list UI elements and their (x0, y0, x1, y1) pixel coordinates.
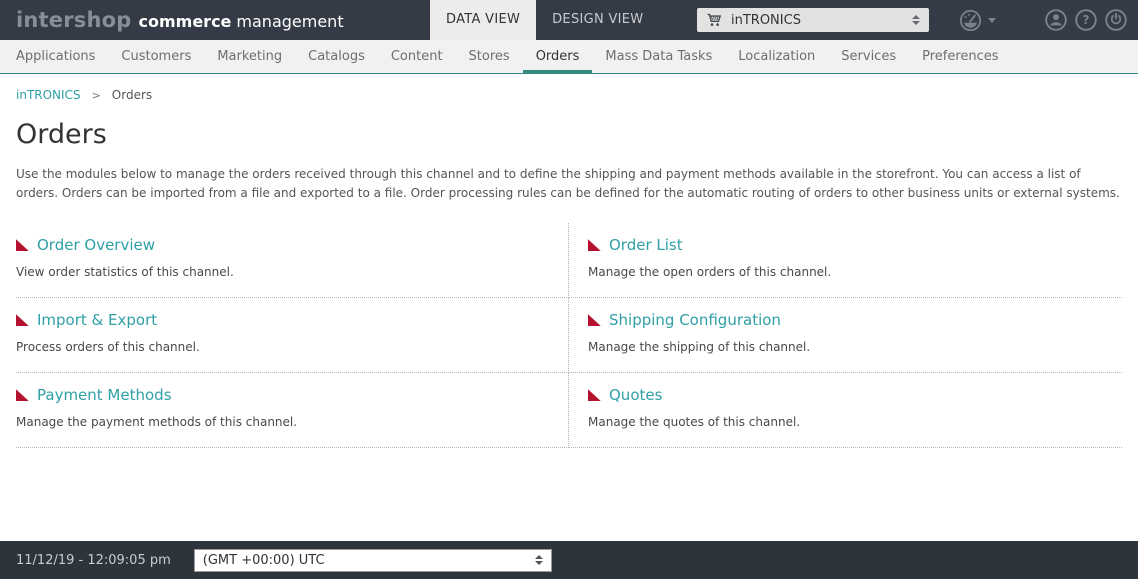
breadcrumb-current: Orders (112, 88, 152, 102)
help-button[interactable]: ? (1074, 8, 1098, 32)
flag-icon (16, 239, 29, 251)
nav-item-stores[interactable]: Stores (456, 40, 523, 73)
logo-text-intershop: intershop (16, 9, 132, 31)
module-description: Manage the quotes of this channel. (588, 415, 1122, 429)
footer-timestamp: 11/12/19 - 12:09:05 pm (16, 553, 171, 568)
tab-design-view[interactable]: DESIGN VIEW (536, 0, 659, 40)
module-shipping-configuration-link[interactable]: Shipping Configuration (588, 311, 781, 329)
nav-item-content[interactable]: Content (378, 40, 456, 73)
breadcrumb-channel-link[interactable]: inTRONICS (16, 88, 81, 102)
channel-selector[interactable]: inTRONICS (697, 8, 929, 32)
cart-icon (706, 12, 722, 28)
nav-item-localization[interactable]: Localization (725, 40, 828, 73)
dashboard-gauge-icon (958, 8, 983, 33)
svg-text:?: ? (1083, 13, 1090, 27)
user-account-button[interactable] (1044, 8, 1068, 32)
module-quotes-link[interactable]: Quotes (588, 386, 662, 404)
breadcrumb-separator: > (92, 89, 101, 102)
channel-selector-value: inTRONICS (731, 13, 801, 28)
nav-item-services[interactable]: Services (828, 40, 909, 73)
module-payment-methods-link[interactable]: Payment Methods (16, 386, 172, 404)
module-order-overview: Order Overview View order statistics of … (16, 223, 569, 298)
module-title-label: Order Overview (37, 236, 155, 254)
module-order-list-link[interactable]: Order List (588, 236, 683, 254)
nav-item-catalogs[interactable]: Catalogs (295, 40, 378, 73)
chevron-updown-icon (535, 555, 543, 565)
footer-bar: 11/12/19 - 12:09:05 pm (GMT +00:00) UTC (0, 541, 1138, 579)
breadcrumb: inTRONICS > Orders (0, 74, 1138, 102)
flag-icon (588, 314, 601, 326)
module-import-export: Import & Export Process orders of this c… (16, 298, 569, 373)
module-title-label: Order List (609, 236, 683, 254)
module-description: Manage the shipping of this channel. (588, 340, 1122, 354)
logout-power-icon (1104, 8, 1128, 32)
module-description: Manage the open orders of this channel. (588, 265, 1122, 279)
nav-item-mass-data-tasks[interactable]: Mass Data Tasks (592, 40, 725, 73)
chevron-updown-icon (912, 15, 920, 25)
chevron-down-icon (988, 18, 996, 23)
flag-icon (16, 314, 29, 326)
module-quotes: Quotes Manage the quotes of this channel… (569, 373, 1122, 448)
flag-icon (588, 389, 601, 401)
main-navigation: Applications Customers Marketing Catalog… (0, 40, 1138, 74)
timezone-select-value: (GMT +00:00) UTC (203, 553, 325, 568)
top-bar: intershop commerce management DATA VIEW … (0, 0, 1138, 40)
intershop-logo[interactable]: intershop commerce management (16, 0, 344, 40)
help-icon: ? (1074, 8, 1098, 32)
logout-button[interactable] (1104, 8, 1128, 32)
module-shipping-configuration: Shipping Configuration Manage the shippi… (569, 298, 1122, 373)
nav-item-customers[interactable]: Customers (108, 40, 204, 73)
module-title-label: Shipping Configuration (609, 311, 781, 329)
dashboard-gauge-menu[interactable] (958, 8, 996, 33)
module-grid: Order Overview View order statistics of … (16, 223, 1122, 448)
view-mode-tabs: DATA VIEW DESIGN VIEW (430, 0, 659, 40)
module-description: Process orders of this channel. (16, 340, 544, 354)
module-import-export-link[interactable]: Import & Export (16, 311, 157, 329)
flag-icon (588, 239, 601, 251)
tab-data-view[interactable]: DATA VIEW (430, 0, 536, 40)
user-account-icon (1044, 8, 1068, 32)
nav-item-marketing[interactable]: Marketing (204, 40, 295, 73)
module-order-overview-link[interactable]: Order Overview (16, 236, 155, 254)
module-order-list: Order List Manage the open orders of thi… (569, 223, 1122, 298)
timezone-select[interactable]: (GMT +00:00) UTC (194, 549, 552, 572)
logo-text-commerce: commerce (139, 12, 232, 31)
nav-item-orders[interactable]: Orders (523, 40, 593, 73)
header-icon-group: ? (958, 0, 1128, 40)
module-title-label: Payment Methods (37, 386, 172, 404)
page-description: Use the modules below to manage the orde… (16, 165, 1122, 202)
logo-text-management: management (236, 12, 343, 31)
module-title-label: Import & Export (37, 311, 157, 329)
flag-icon (16, 389, 29, 401)
module-description: Manage the payment methods of this chann… (16, 415, 544, 429)
module-payment-methods: Payment Methods Manage the payment metho… (16, 373, 569, 448)
page-title: Orders (16, 119, 1122, 150)
module-description: View order statistics of this channel. (16, 265, 544, 279)
nav-item-applications[interactable]: Applications (3, 40, 108, 73)
module-title-label: Quotes (609, 386, 662, 404)
nav-item-preferences[interactable]: Preferences (909, 40, 1011, 73)
